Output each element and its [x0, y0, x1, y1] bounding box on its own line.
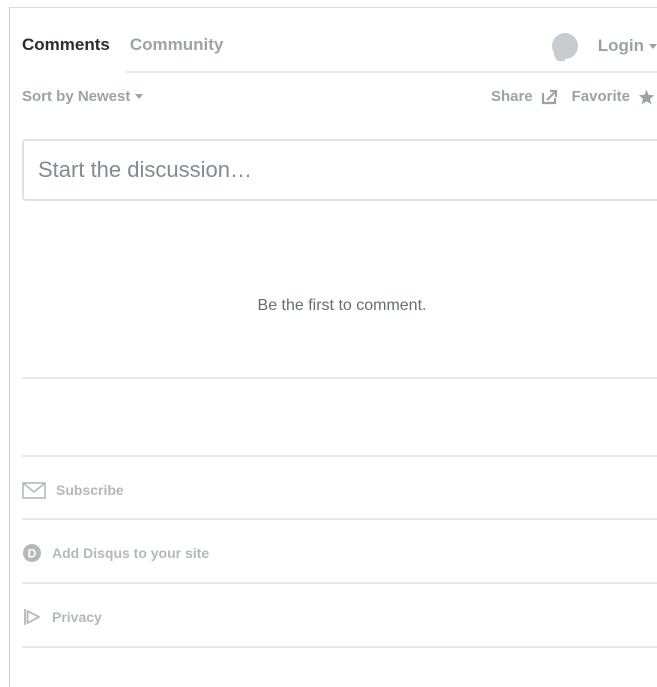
- nav-tabs: Comments Community: [22, 34, 223, 56]
- svg-text:D: D: [28, 547, 37, 561]
- toolbar: Sort by Newest Share Favorite: [22, 88, 657, 108]
- tabs-divider: [126, 71, 657, 73]
- divider: [22, 646, 657, 648]
- subscribe-link[interactable]: Subscribe: [22, 478, 124, 502]
- disqus-icon: D: [23, 544, 41, 562]
- frame-border-top: [9, 7, 657, 8]
- chevron-down-icon: [649, 43, 657, 49]
- add-disqus-label: Add Disqus to your site: [52, 545, 210, 561]
- share-icon: [541, 89, 558, 105]
- add-disqus-link[interactable]: D Add Disqus to your site: [22, 541, 209, 565]
- share-label: Share: [490, 88, 533, 105]
- tab-comments[interactable]: Comments: [22, 35, 110, 55]
- divider: [22, 455, 657, 457]
- divider: [22, 377, 657, 379]
- empty-state-message: Be the first to comment.: [257, 297, 427, 314]
- star-icon: [638, 89, 655, 105]
- frame-border-left: [9, 7, 10, 687]
- privacy-link[interactable]: Privacy: [22, 605, 102, 629]
- subscribe-label: Subscribe: [56, 482, 124, 498]
- comment-input[interactable]: [24, 141, 657, 199]
- sort-label: Sort by Newest: [22, 88, 131, 105]
- share-button[interactable]: Share: [491, 88, 558, 105]
- privacy-label: Privacy: [52, 609, 102, 625]
- thread-actions: Share Favorite: [491, 88, 655, 105]
- divider: [22, 518, 657, 520]
- avatar: [551, 33, 578, 59]
- login-label: Login: [597, 36, 644, 55]
- comment-composer[interactable]: [22, 139, 657, 201]
- login-menu[interactable]: Login: [551, 33, 657, 59]
- favorite-label: Favorite: [571, 88, 630, 105]
- privacy-icon: [24, 609, 40, 625]
- favorite-button[interactable]: Favorite: [572, 88, 655, 105]
- envelope-icon: [22, 481, 46, 499]
- chevron-down-icon: [135, 94, 144, 99]
- divider: [22, 582, 657, 584]
- sort-dropdown[interactable]: Sort by Newest: [22, 88, 144, 105]
- tab-community[interactable]: Community: [130, 35, 224, 55]
